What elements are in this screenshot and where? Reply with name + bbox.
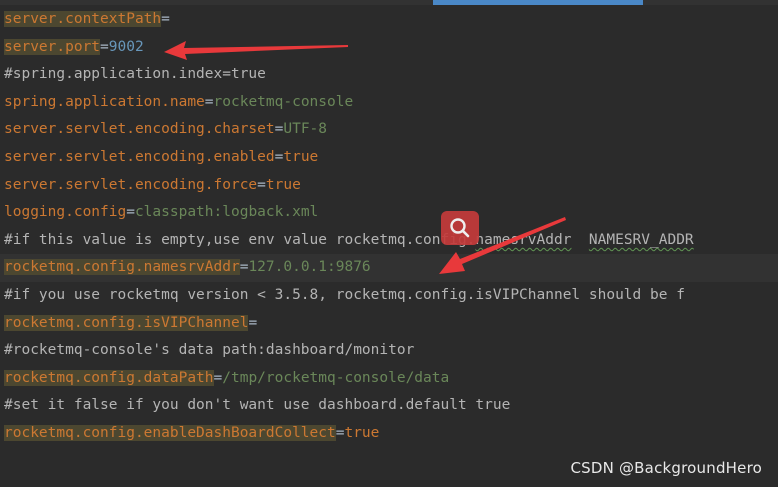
code-line-12[interactable]: rocketmq.config.isVIPChannel=	[0, 310, 778, 338]
property-value: true	[344, 424, 380, 441]
property-key: server.contextPath	[4, 11, 162, 27]
equals-sign: =	[248, 314, 258, 331]
property-key: logging.config	[4, 204, 127, 221]
code-line-16[interactable]: rocketmq.config.enableDashBoardCollect=t…	[0, 420, 778, 448]
code-line-11[interactable]: #if you use rocketmq version < 3.5.8, ro…	[0, 282, 778, 310]
code-line-2[interactable]: server.port=9002	[0, 34, 778, 62]
comment-text-spellcheck: namesrvAddr	[475, 231, 572, 248]
comment-text: #if this value is empty,use env value ro…	[4, 231, 476, 248]
code-line-6[interactable]: server.servlet.encoding.enabled=true	[0, 144, 778, 172]
watermark: CSDN @BackgroundHero	[570, 459, 762, 477]
property-value: UTF-8	[283, 121, 328, 138]
property-value: true	[265, 176, 301, 193]
comment-text	[571, 232, 588, 248]
equals-sign: =	[100, 38, 109, 55]
property-key: rocketmq.config.isVIPChannel	[4, 314, 249, 331]
equals-sign: =	[161, 11, 170, 27]
comment-text-spellcheck: NAMESRV_ADDR	[588, 231, 694, 248]
comment-text: #spring.application.index=true	[4, 66, 266, 83]
search-button[interactable]	[441, 211, 479, 245]
code-line-13[interactable]: #rocketmq-console's data path:dashboard/…	[0, 337, 778, 365]
property-value: true	[283, 148, 319, 165]
equals-sign: =	[204, 93, 214, 110]
comment-text: #rocketmq-console's data path:dashboard/…	[4, 342, 415, 359]
search-icon	[450, 218, 470, 238]
code-line-7[interactable]: server.servlet.encoding.force=true	[0, 172, 778, 200]
property-key: server.port	[4, 38, 101, 55]
code-line-15[interactable]: #set it false if you don't want use dash…	[0, 392, 778, 420]
comment-text: #if you use rocketmq version < 3.5.8, ro…	[4, 286, 685, 303]
comment-text: #set it false if you don't want use dash…	[4, 397, 511, 414]
equals-sign: =	[213, 369, 223, 386]
property-key: rocketmq.config.namesrvAddr	[4, 259, 240, 276]
code-line-14[interactable]: rocketmq.config.dataPath=/tmp/rocketmq-c…	[0, 365, 778, 393]
editor-top-bar	[0, 0, 778, 5]
code-line-8[interactable]: logging.config=classpath:logback.xml	[0, 199, 778, 227]
code-editor[interactable]: server.contextPath= server.port=9002 #sp…	[0, 6, 778, 448]
property-key: rocketmq.config.enableDashBoardCollect	[4, 424, 336, 441]
property-value: 127.0.0.1:9876	[248, 259, 371, 276]
code-line-4[interactable]: spring.application.name=rocketmq-console	[0, 89, 778, 117]
code-line-1[interactable]: server.contextPath=	[0, 6, 778, 34]
code-line-5[interactable]: server.servlet.encoding.charset=UTF-8	[0, 116, 778, 144]
code-line-3[interactable]: #spring.application.index=true	[0, 61, 778, 89]
scroll-indicator[interactable]	[433, 0, 643, 5]
property-key: spring.application.name	[4, 93, 205, 110]
property-value: 9002	[108, 38, 144, 55]
property-value: classpath:logback.xml	[134, 204, 319, 221]
property-key: server.servlet.encoding.force	[4, 176, 258, 193]
property-key: server.servlet.encoding.charset	[4, 121, 275, 138]
equals-sign: =	[126, 204, 135, 221]
code-line-9[interactable]: #if this value is empty,use env value ro…	[0, 227, 778, 255]
property-key: rocketmq.config.dataPath	[4, 369, 214, 386]
property-value: /tmp/rocketmq-console/data	[222, 369, 450, 386]
code-line-10[interactable]: rocketmq.config.namesrvAddr=127.0.0.1:98…	[0, 254, 778, 282]
property-value: rocketmq-console	[213, 93, 354, 110]
equals-sign: =	[257, 176, 266, 193]
property-key: server.servlet.encoding.enabled	[4, 148, 275, 165]
